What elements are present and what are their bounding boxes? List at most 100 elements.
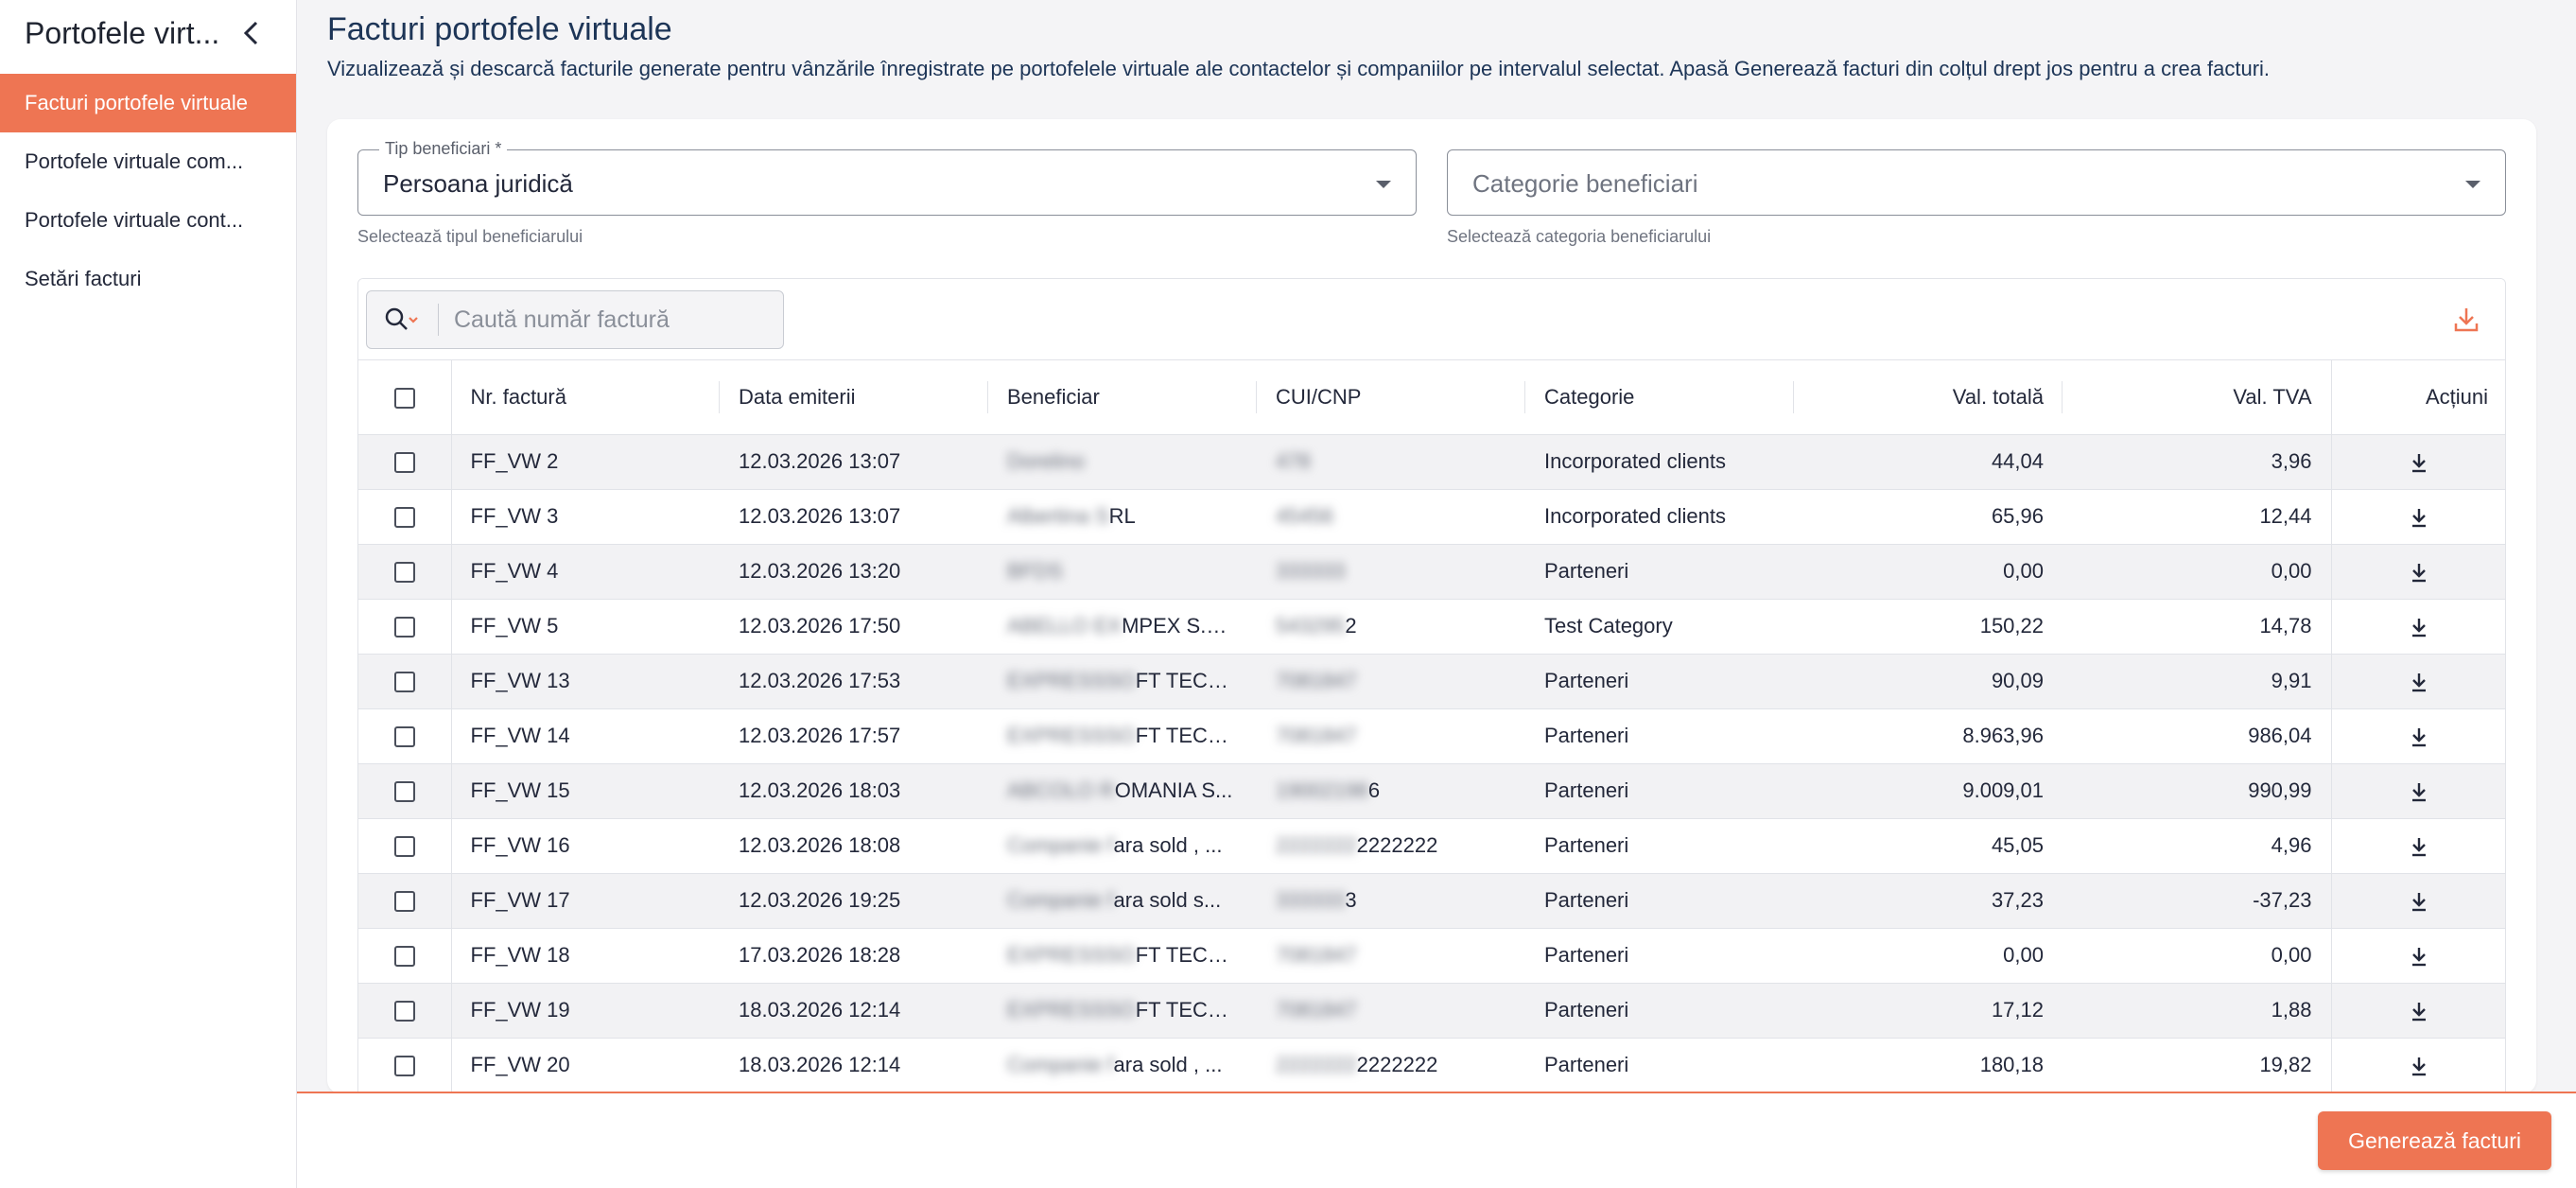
cell-cui: 3333333	[1257, 873, 1525, 929]
beneficiary-visible-part: FT TECH...	[1135, 724, 1241, 747]
table-body: FF_VW 2 12.03.2026 13:07 Dorelino 478 Incorp…	[358, 434, 2505, 1093]
export-download-icon[interactable]	[2452, 306, 2480, 334]
beneficiary-visible-part: FT TECH...	[1135, 943, 1241, 967]
table-row[interactable]: FF_VW 16 12.03.2026 18:08 Companie fara so…	[358, 818, 2505, 874]
cell-cui: 7081847	[1257, 928, 1525, 984]
invoices-table: Nr. factură Data emiterii Beneficiar CUI…	[358, 360, 2505, 1093]
download-icon[interactable]	[2409, 507, 2429, 528]
beneficiary-category-select[interactable]: Categorie beneficiari	[1447, 149, 2506, 216]
row-checkbox[interactable]	[393, 617, 415, 638]
row-checkbox[interactable]	[393, 946, 415, 968]
cell-actions	[2330, 983, 2505, 1039]
cell-invoice-number: FF_VW 17	[451, 873, 720, 929]
cell-category: Parteneri	[1525, 763, 1794, 819]
cell-issue-date: 12.03.2026 18:03	[720, 763, 988, 819]
beneficiary-visible-part: ara sold , ...	[1113, 1053, 1223, 1076]
download-icon[interactable]	[2409, 1056, 2429, 1076]
sidebar-item-2[interactable]: Portofele virtuale cont...	[0, 191, 296, 250]
row-checkbox[interactable]	[393, 836, 415, 858]
download-icon[interactable]	[2409, 726, 2429, 747]
row-checkbox[interactable]	[393, 891, 415, 913]
generate-invoices-button[interactable]: Generează facturi	[2318, 1111, 2551, 1170]
sidebar-item-3[interactable]: Setări facturi	[0, 250, 296, 308]
page-title: Facturi portofele virtuale	[327, 11, 672, 47]
cell-issue-date: 12.03.2026 17:50	[720, 599, 988, 655]
redacted-beneficiary: EXPRESSSO	[1007, 669, 1136, 692]
chevron-left-icon[interactable]	[239, 21, 264, 45]
download-icon[interactable]	[2409, 781, 2429, 802]
sidebar-item-1[interactable]: Portofele virtuale com...	[0, 132, 296, 191]
row-checkbox[interactable]	[393, 562, 415, 584]
cell-actions	[2330, 928, 2505, 984]
table-row[interactable]: FF_VW 5 12.03.2026 17:50 ABELLO EXMPEX S.R…	[358, 599, 2505, 655]
cell-total-value: 90,09	[1794, 654, 2063, 709]
row-checkbox[interactable]	[393, 1056, 415, 1077]
column-header-tva[interactable]: Val. TVA	[2063, 360, 2331, 435]
download-icon[interactable]	[2409, 672, 2429, 692]
column-header-nr[interactable]: Nr. factură	[451, 360, 720, 435]
cell-category: Incorporated clients	[1525, 434, 1794, 490]
table-row[interactable]: FF_VW 13 12.03.2026 17:53 EXPRESSSOFT TECH…	[358, 654, 2505, 709]
table-row[interactable]: FF_VW 15 12.03.2026 18:03 ABCOLO ROMANIA S…	[358, 763, 2505, 819]
table-row[interactable]: FF_VW 17 12.03.2026 19:25 Companie fara so…	[358, 873, 2505, 929]
download-icon[interactable]	[2409, 836, 2429, 857]
row-checkbox[interactable]	[393, 1001, 415, 1022]
column-header-category[interactable]: Categorie	[1525, 360, 1794, 435]
row-select-cell	[358, 983, 452, 1039]
table-row[interactable]: FF_VW 4 12.03.2026 13:20 BFDS 333333 Partene…	[358, 544, 2505, 600]
cell-total-value: 8.963,96	[1794, 708, 2063, 764]
cell-vat-value: 4,96	[2063, 818, 2331, 874]
download-icon[interactable]	[2409, 562, 2429, 583]
download-icon[interactable]	[2409, 946, 2429, 967]
beneficiary-type-label: Tip beneficiari *	[379, 139, 508, 159]
cell-actions	[2330, 599, 2505, 655]
redacted-cui: 7081847	[1276, 669, 1357, 692]
column-label: CUI/CNP	[1276, 384, 1362, 409]
table-row[interactable]: FF_VW 2 12.03.2026 13:07 Dorelino 478 Incorp…	[358, 434, 2505, 490]
beneficiary-type-select[interactable]: Tip beneficiari * Persoana juridică	[357, 139, 1417, 216]
cell-invoice-number: FF_VW 3	[451, 489, 720, 545]
download-icon[interactable]	[2409, 452, 2429, 473]
cell-beneficiary: EXPRESSSOFT TECH...	[988, 654, 1257, 709]
row-checkbox[interactable]	[393, 672, 415, 693]
sidebar-header: Portofele virt...	[0, 0, 296, 66]
table-row[interactable]: FF_VW 20 18.03.2026 12:14 Companie fara so…	[358, 1038, 2505, 1093]
search-icon[interactable]	[367, 304, 439, 336]
row-checkbox[interactable]	[393, 452, 415, 474]
column-header-date[interactable]: Data emiterii	[720, 360, 988, 435]
download-icon[interactable]	[2409, 1001, 2429, 1022]
row-checkbox[interactable]	[393, 781, 415, 803]
cell-total-value: 9.009,01	[1794, 763, 2063, 819]
cell-beneficiary: EXPRESSSOFT TECH...	[988, 708, 1257, 764]
table-row[interactable]: FF_VW 3 12.03.2026 13:07 Albertina SRL 4545…	[358, 489, 2505, 545]
cell-vat-value: 0,00	[2063, 544, 2331, 600]
select-all-checkbox[interactable]	[393, 387, 415, 409]
cell-total-value: 17,12	[1794, 983, 2063, 1039]
cell-actions	[2330, 434, 2505, 490]
row-checkbox[interactable]	[393, 507, 415, 529]
column-header-total[interactable]: Val. totală	[1794, 360, 2063, 435]
column-header-cui[interactable]: CUI/CNP	[1257, 360, 1525, 435]
download-icon[interactable]	[2409, 617, 2429, 638]
search-input[interactable]	[454, 306, 766, 334]
redacted-beneficiary: Companie f	[1007, 833, 1114, 857]
cell-actions	[2330, 489, 2505, 545]
column-header-beneficiary[interactable]: Beneficiar	[988, 360, 1257, 435]
row-checkbox[interactable]	[393, 726, 415, 748]
beneficiary-visible-part: ara sold , ...	[1113, 833, 1223, 857]
redacted-beneficiary: Companie f	[1007, 1053, 1114, 1076]
table-row[interactable]: FF_VW 14 12.03.2026 17:57 EXPRESSSOFT TECH…	[358, 708, 2505, 764]
beneficiary-category-placeholder: Categorie beneficiari	[1472, 169, 1698, 198]
beneficiary-visible-part: ara sold s...	[1113, 888, 1222, 912]
row-select-cell	[358, 599, 452, 655]
column-label: Nr. factură	[470, 384, 566, 409]
sidebar-item-0[interactable]: Facturi portofele virtuale	[0, 74, 296, 132]
table-row[interactable]: FF_VW 19 18.03.2026 12:14 EXPRESSSOFT TECH…	[358, 983, 2505, 1039]
table-row[interactable]: FF_VW 18 17.03.2026 18:28 EXPRESSSOFT TECH…	[358, 928, 2505, 984]
redacted-cui: 7081847	[1276, 943, 1357, 967]
beneficiary-visible-part: MPEX S.R...	[1122, 614, 1239, 638]
download-icon[interactable]	[2409, 891, 2429, 912]
sidebar-title: Portofele virt...	[25, 15, 220, 50]
cell-category: Parteneri	[1525, 873, 1794, 929]
cell-invoice-number: FF_VW 16	[451, 818, 720, 874]
